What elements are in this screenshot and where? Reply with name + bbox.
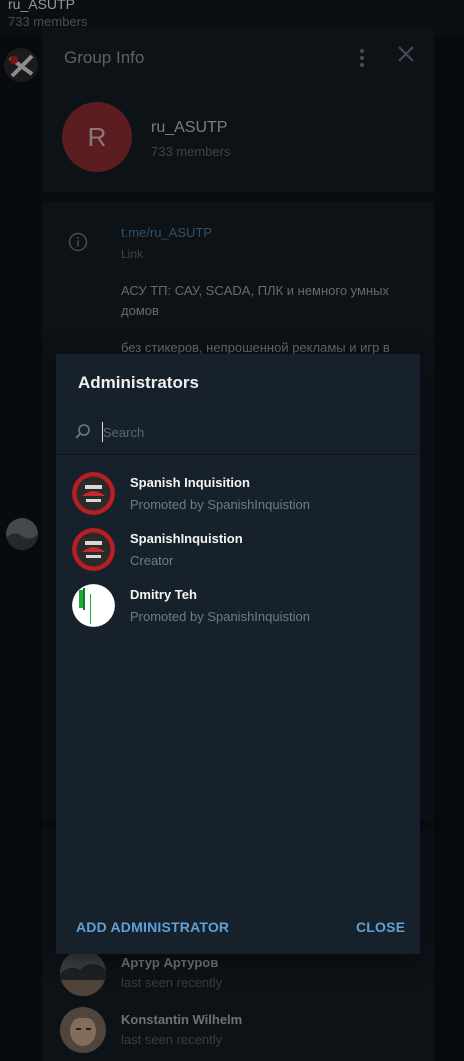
- dialog-title: Administrators: [78, 373, 199, 392]
- admin-name: SpanishInquistion: [130, 531, 243, 546]
- admin-list-item[interactable]: Dmitry Teh Promoted by SpanishInquistion: [56, 582, 420, 638]
- search-input[interactable]: [103, 420, 403, 444]
- add-administrator-button[interactable]: ADD ADMINISTRATOR: [76, 919, 229, 935]
- red-badge-avatar: [72, 528, 115, 571]
- admin-list-item[interactable]: SpanishInquistion Creator: [56, 526, 420, 582]
- search-icon: [74, 423, 92, 441]
- text-cursor: [102, 422, 103, 442]
- admin-status: Promoted by SpanishInquistion: [130, 609, 310, 624]
- admin-status: Promoted by SpanishInquistion: [130, 497, 310, 512]
- divider: [56, 454, 420, 455]
- red-badge-avatar: [72, 472, 115, 515]
- admin-status: Creator: [130, 553, 174, 568]
- admin-name: Spanish Inquisition: [130, 475, 250, 490]
- administrators-dialog: Administrators Spanish Inquisition Promo…: [56, 354, 420, 954]
- admin-name: Dmitry Teh: [130, 587, 197, 602]
- white-green-avatar: [72, 584, 115, 627]
- admin-list-item[interactable]: Spanish Inquisition Promoted by SpanishI…: [56, 470, 420, 526]
- close-button[interactable]: CLOSE: [356, 919, 405, 935]
